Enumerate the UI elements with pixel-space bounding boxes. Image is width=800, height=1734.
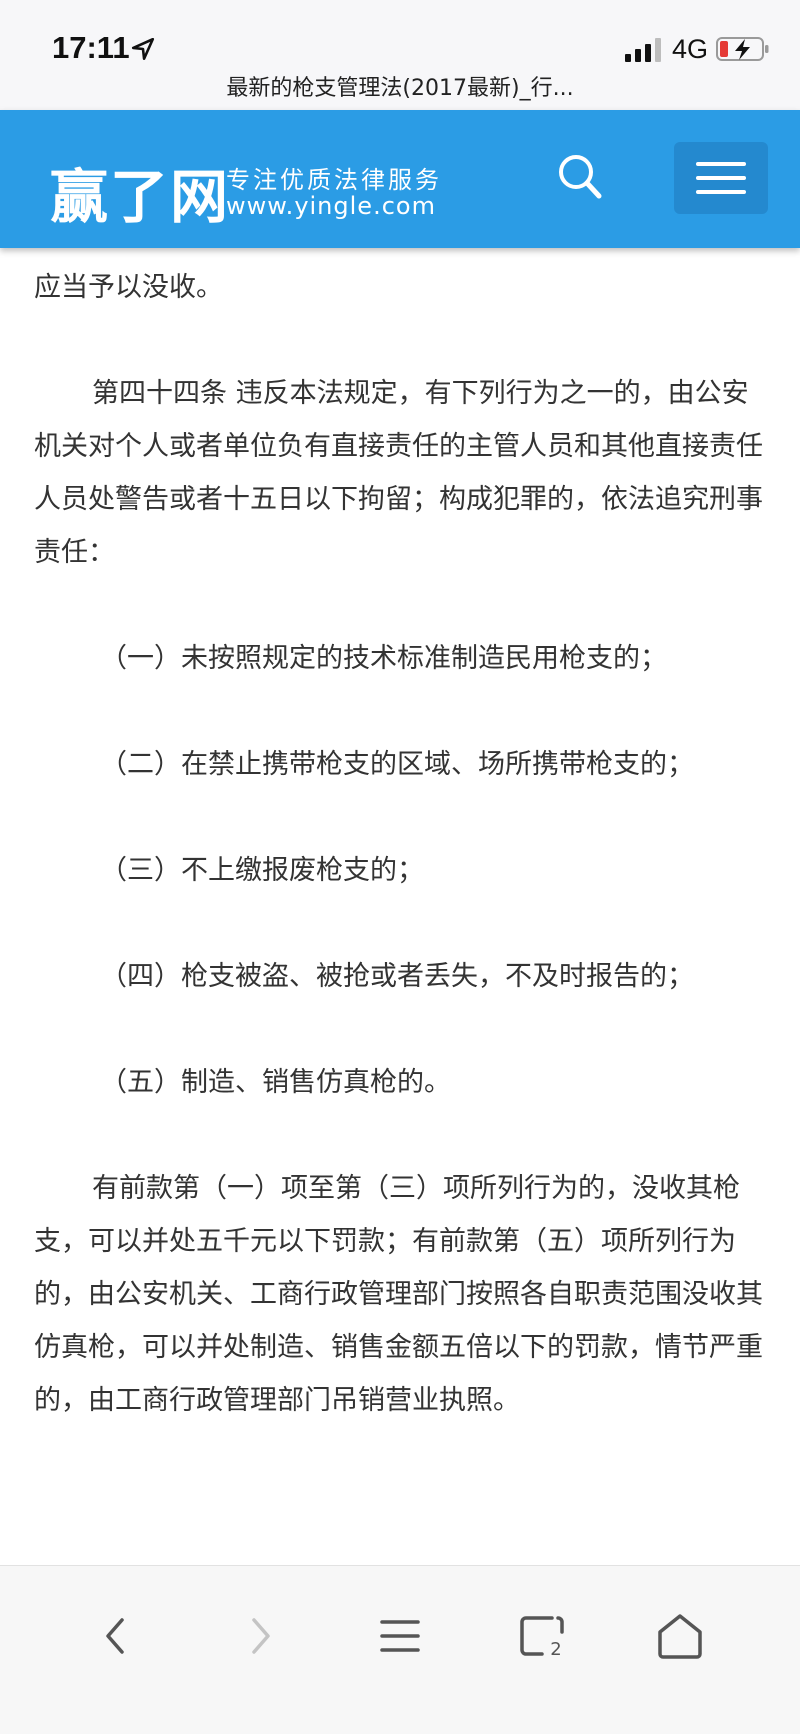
battery-charging-icon	[716, 37, 769, 61]
article-content: 的直接负责的主管人员和其他直接责任人员处警告或者十五日以下拘留；可以并处五千元以…	[0, 190, 800, 1565]
hamburger-icon-bar	[696, 176, 746, 180]
site-header: 赢了网 专注优质法律服务 www.yingle.com	[0, 110, 800, 248]
article-list-item: （一）未按照规定的技术标准制造民用枪支的；	[100, 643, 667, 674]
article-paragraph: 第四十四条 违反本法规定，有下列行为之一的，由公安机关对个人或者单位负有直接责任…	[34, 378, 763, 568]
article-paragraph: 有前款第（一）项至第（三）项所列行为的，没收其枪支，可以并处五千元以下罚款；有前…	[34, 1173, 763, 1416]
menu-list-button[interactable]	[370, 1606, 430, 1666]
tabs-count: 2	[550, 1639, 561, 1660]
logo-url: www.yingle.com	[226, 192, 436, 220]
back-icon	[106, 1618, 124, 1654]
forward-icon	[252, 1618, 270, 1654]
tabs-button[interactable]: 2	[512, 1606, 572, 1666]
search-icon[interactable]	[555, 150, 605, 204]
menu-button[interactable]	[674, 142, 768, 214]
hamburger-icon	[696, 162, 746, 166]
status-time: 17:11	[52, 30, 130, 65]
location-arrow-icon	[131, 37, 155, 61]
browser-toolbar: 2	[0, 1565, 800, 1734]
cellular-signal-icon	[625, 38, 661, 62]
article-list-item: （二）在禁止携带枪支的区域、场所携带枪支的；	[100, 749, 694, 780]
page-title: 最新的枪支管理法(2017最新)_行...	[226, 76, 574, 101]
article-list-item: （四）枪支被盗、被抢或者丢失，不及时报告的；	[100, 961, 694, 992]
menu-icon	[380, 1620, 420, 1652]
network-type: 4G	[672, 34, 709, 64]
home-button[interactable]	[650, 1606, 710, 1666]
tabs-icon: 2	[520, 1616, 564, 1660]
logo-slogan: 专注优质法律服务	[226, 166, 442, 194]
back-button[interactable]	[86, 1606, 146, 1666]
forward-button[interactable]	[230, 1606, 290, 1666]
article-list-item: （五）制造、销售仿真枪的。	[100, 1067, 451, 1098]
site-logo[interactable]: 赢了网	[50, 150, 230, 234]
home-icon	[658, 1614, 702, 1659]
article-list-item: （三）不上缴报废枪支的；	[100, 855, 424, 886]
status-bar: 17:11 4G 最新的枪支管理法(2017最新)_行...	[0, 0, 800, 110]
hamburger-icon-bar	[696, 190, 746, 194]
